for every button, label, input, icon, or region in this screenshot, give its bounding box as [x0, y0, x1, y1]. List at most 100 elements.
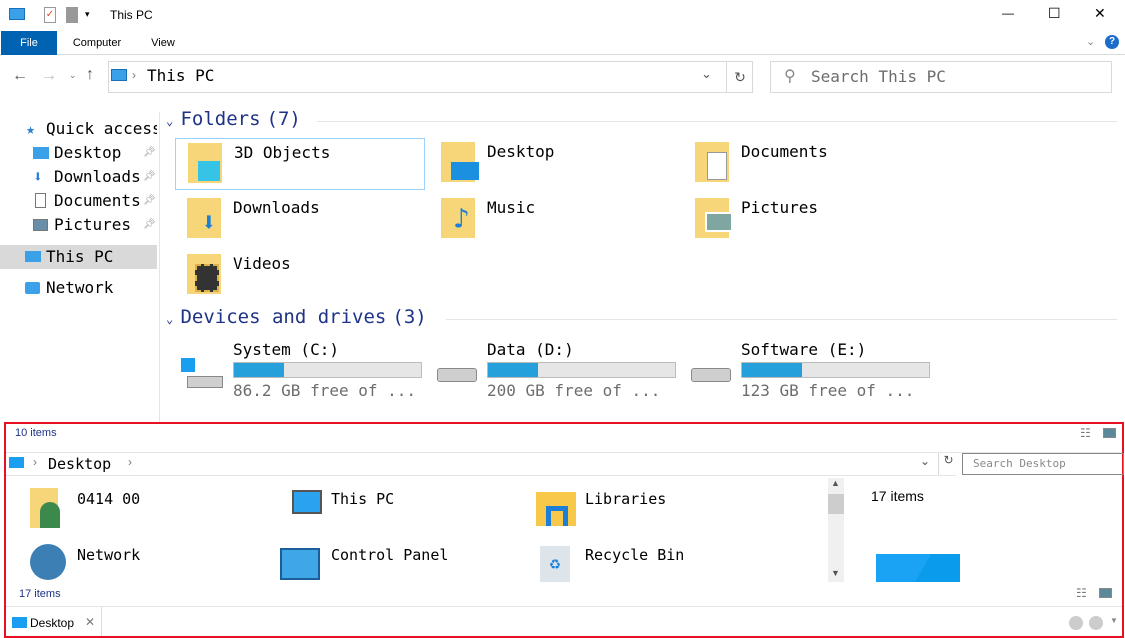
scroll-thumb[interactable]	[828, 494, 844, 514]
tab-file[interactable]: File	[1, 31, 57, 55]
scroll-down-icon[interactable]: ▼	[831, 568, 840, 578]
sidebar-item-this-pc[interactable]: This PC	[0, 245, 157, 269]
documents-folder-icon	[695, 142, 729, 182]
details-view-icon[interactable]: ☷	[1076, 586, 1087, 600]
videos-folder-icon	[187, 254, 221, 294]
drives-section-header[interactable]: ⌄ Devices and drives (3)	[166, 306, 427, 328]
divider	[6, 606, 1122, 607]
folder-music[interactable]: ♪ Music	[429, 194, 679, 246]
folders-section-header[interactable]: ⌄ Folders (7)	[166, 108, 301, 130]
sidebar-item-network[interactable]: Network	[0, 277, 157, 299]
computer-icon	[292, 490, 322, 514]
drive-e[interactable]: Software (E:) 123 GB free of ...	[683, 340, 933, 402]
title-bar: ✓ ▾ This PC — ☐ ✕	[0, 0, 1125, 31]
panel-item-this-pc[interactable]: This PC	[280, 484, 520, 534]
close-button[interactable]: ✕	[1094, 5, 1106, 22]
search-icon: ⚲	[784, 68, 796, 85]
folder-desktop[interactable]: Desktop	[429, 138, 679, 190]
address-path: This PC	[147, 66, 215, 85]
maximize-button[interactable]: ☐	[1048, 5, 1061, 22]
computer-icon	[111, 69, 127, 81]
3d-objects-folder-icon	[188, 143, 222, 183]
download-icon: ⬇	[33, 167, 43, 186]
new-folder-icon[interactable]	[66, 7, 78, 23]
customize-quick-access-icon[interactable]: ▾	[85, 9, 90, 20]
network-icon	[25, 282, 40, 294]
tab-desktop[interactable]: Desktop ✕	[6, 607, 102, 636]
folder-pictures[interactable]: Pictures	[683, 194, 933, 246]
details-view-icon[interactable]: ☷	[1080, 426, 1091, 440]
recycle-bin-icon: ♻	[540, 546, 570, 582]
window-title: This PC	[110, 8, 153, 22]
network-icon	[30, 544, 66, 580]
forward-button[interactable]: →	[41, 67, 57, 85]
music-folder-icon: ♪	[441, 198, 475, 238]
windows-drive-icon	[181, 358, 223, 390]
navigation-pane: ★ Quick access Desktop 📌︎ ⬇ Downloads 📌︎ Doc…	[0, 112, 160, 422]
back-button[interactable]	[1069, 616, 1083, 630]
folder-3d-objects[interactable]: 3D Objects	[175, 138, 425, 190]
libraries-icon	[536, 492, 576, 526]
large-icons-view-icon[interactable]	[1099, 588, 1112, 598]
refresh-button[interactable]: ↻	[726, 62, 753, 92]
panel-address-path[interactable]: Desktop	[48, 455, 111, 473]
sidebar-item-quick-access[interactable]: ★ Quick access	[0, 118, 157, 140]
sidebar-item-pictures[interactable]: Pictures 📌︎	[0, 214, 157, 236]
large-icons-view-icon[interactable]	[1103, 428, 1116, 438]
minimize-button[interactable]: —	[1002, 6, 1014, 20]
chevron-right-icon: ›	[128, 455, 132, 469]
drive-usage-bar	[741, 362, 930, 378]
address-dropdown-icon[interactable]: ⌄	[920, 454, 930, 468]
panel-status-count: 17 items	[19, 588, 61, 600]
chevron-right-icon: ›	[33, 455, 37, 469]
user-folder-icon	[30, 488, 60, 528]
vertical-scrollbar[interactable]: ▲ ▼	[828, 478, 844, 582]
pin-icon: 📌︎	[143, 219, 156, 230]
properties-icon[interactable]: ✓	[44, 7, 56, 23]
address-dropdown-icon[interactable]: ⌄	[701, 66, 712, 82]
recent-locations-icon[interactable]: ⌄	[69, 70, 77, 81]
address-bar[interactable]: › This PC ⌄ ↻	[108, 61, 753, 93]
panel-item-network[interactable]: Network	[26, 540, 266, 590]
up-button[interactable]: ↑	[86, 66, 94, 84]
embedded-explorer-panel: 10 items ☷ › Desktop › ⌄ ↻ Search Deskto…	[4, 422, 1124, 638]
history-dropdown-icon[interactable]: ▼	[1110, 616, 1118, 625]
content-pane: ⌄ Folders (7) 3D Objects Desktop Document…	[161, 100, 1125, 420]
search-input[interactable]: Search This PC	[770, 61, 1112, 93]
back-button[interactable]: ←	[12, 67, 28, 85]
drive-usage-bar	[233, 362, 422, 378]
downloads-folder-icon: ⬇	[187, 198, 221, 238]
folder-downloads[interactable]: ⬇ Downloads	[175, 194, 425, 246]
chevron-right-icon: ›	[132, 68, 136, 82]
document-icon	[35, 193, 46, 208]
tab-computer[interactable]: Computer	[62, 31, 132, 55]
divider	[317, 121, 1117, 122]
panel-item-user-folder[interactable]: 0414 00	[26, 484, 266, 534]
pin-icon: 📌︎	[143, 195, 156, 206]
expand-ribbon-icon[interactable]: ⌄	[1086, 35, 1095, 48]
pin-icon: 📌︎	[143, 171, 156, 182]
control-panel-icon	[280, 548, 320, 580]
desktop-icon	[12, 617, 27, 628]
panel-item-control-panel[interactable]: Control Panel	[280, 540, 520, 590]
collapse-icon: ⌄	[166, 312, 174, 326]
panel-search-input[interactable]: Search Desktop	[962, 453, 1124, 475]
panel-item-libraries[interactable]: Libraries	[534, 484, 774, 534]
folder-videos[interactable]: Videos	[175, 250, 425, 302]
forward-button[interactable]	[1089, 616, 1103, 630]
scroll-up-icon[interactable]: ▲	[831, 478, 840, 488]
ribbon-tabs: File Computer View ⌄ ?	[0, 31, 1125, 55]
tab-view[interactable]: View	[140, 31, 186, 55]
refresh-button[interactable]: ↻	[938, 453, 958, 475]
folder-documents[interactable]: Documents	[683, 138, 933, 190]
sidebar-item-desktop[interactable]: Desktop 📌︎	[0, 142, 157, 164]
drive-c[interactable]: System (C:) 86.2 GB free of ...	[175, 340, 425, 402]
drive-d[interactable]: Data (D:) 200 GB free of ...	[429, 340, 679, 402]
panel-item-recycle-bin[interactable]: ♻ Recycle Bin	[534, 540, 774, 590]
computer-icon	[25, 251, 41, 262]
close-tab-button[interactable]: ✕	[85, 615, 95, 629]
help-icon[interactable]: ?	[1105, 35, 1119, 49]
divider	[446, 319, 1117, 320]
sidebar-item-documents[interactable]: Documents 📌︎	[0, 190, 157, 212]
sidebar-item-downloads[interactable]: ⬇ Downloads 📌︎	[0, 166, 157, 188]
